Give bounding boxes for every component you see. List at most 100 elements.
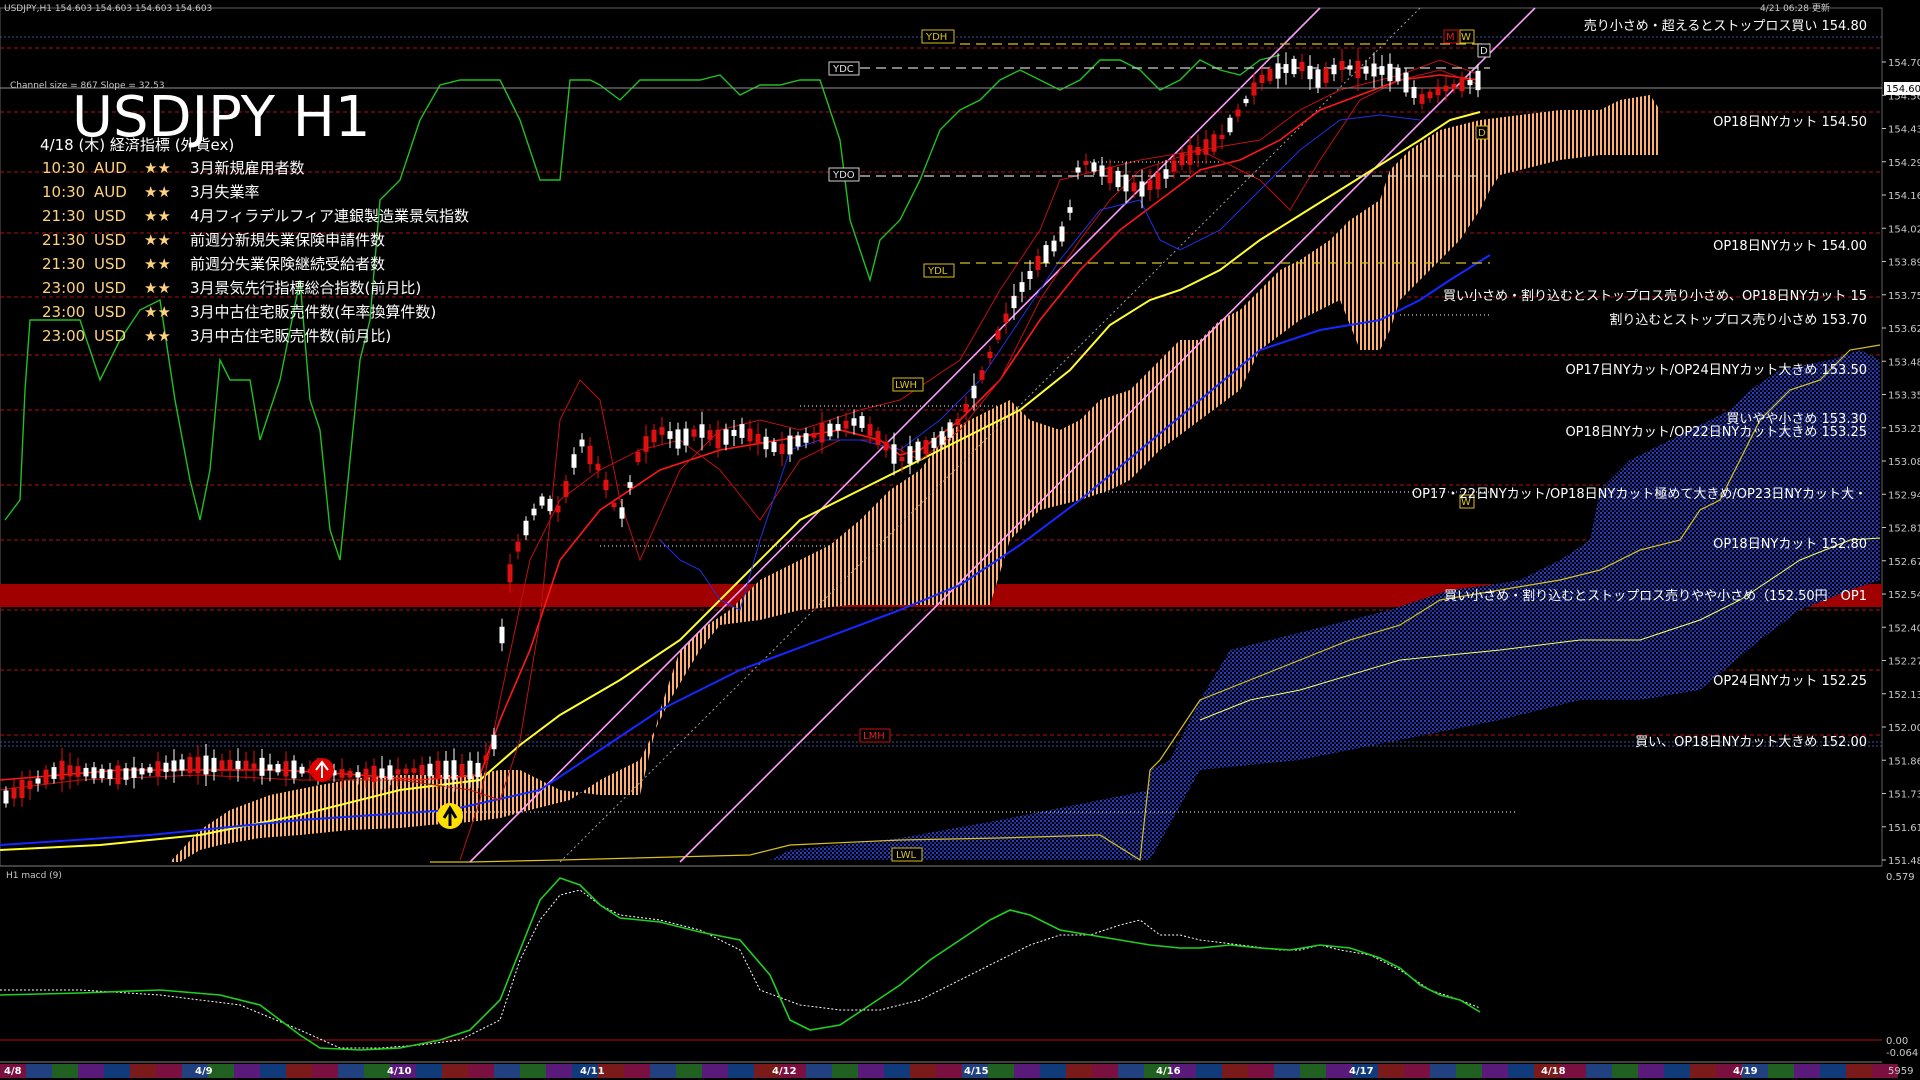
calendar-time: 10:30 — [42, 183, 85, 201]
annotation-label: 買い小さめ・割り込むとストップロス売りやや小さめ（152.50円 OP1 — [1444, 588, 1867, 604]
calendar-importance: ★★ — [144, 231, 171, 249]
calendar-currency: USD — [94, 255, 126, 273]
update-clock: 4/21 06:28 更新 — [1760, 2, 1830, 14]
corner-value: 5959 — [1888, 1066, 1913, 1077]
macd-label: H1 macd (9) — [6, 871, 62, 881]
price-tick-label: 154.025 — [1888, 224, 1920, 235]
price-tick-label: 154.700 — [1888, 58, 1920, 69]
calendar-event-name: 前週分新規失業保険申請件数 — [190, 231, 385, 249]
calendar-time: 21:30 — [42, 255, 85, 273]
session-color-strip — [0, 1064, 1898, 1078]
calendar-importance: ★★ — [144, 327, 171, 345]
calendar-currency: USD — [94, 279, 126, 297]
price-tick-label: 153.485 — [1888, 357, 1920, 368]
tag-d: D — [1480, 46, 1488, 57]
price-tick-label: 151.730 — [1888, 790, 1920, 801]
date-tick-label: 4/17 — [1349, 1066, 1374, 1077]
calendar-importance: ★★ — [144, 303, 171, 321]
calendar-currency: AUD — [94, 159, 127, 177]
economic-calendar: 10:30 AUD ★★ 3月新規雇用者数 10:30 AUD ★★ 3月失業率 21:30 US… — [42, 159, 469, 345]
date-tick-label: 4/16 — [1156, 1066, 1181, 1077]
date-tick-label: 4/18 — [1541, 1066, 1566, 1077]
tag-w: W — [1461, 32, 1471, 43]
calendar-currency: USD — [94, 303, 126, 321]
price-tick-label: 151.615 — [1888, 823, 1920, 834]
annotation-label: 売り小さめ・超えるとストップロス買い 154.80 — [1584, 18, 1867, 34]
price-axis: 154.700154.565154.430154.295154.160154.0… — [1882, 58, 1920, 867]
price-tick-label: 151.865 — [1888, 756, 1920, 767]
chart-header: USDJPY,H1 154.603 154.603 154.603 154.60… — [4, 4, 212, 14]
tag-lwl: LWL — [896, 850, 917, 861]
tag-ydc: YDC — [832, 64, 854, 75]
date-tick-label: 4/15 — [964, 1066, 989, 1077]
price-tick-label: 152.000 — [1888, 723, 1920, 734]
macd-signal-line — [0, 889, 1481, 1049]
price-tick-label: 153.620 — [1888, 324, 1920, 335]
calendar-currency: USD — [94, 327, 126, 345]
annotation-label: 買い、OP18日NYカット大きめ 152.00 — [1635, 735, 1867, 750]
calendar-event-name: 3月中古住宅販売件数(年率換算件数) — [190, 303, 436, 321]
calendar-time: 23:00 — [42, 303, 85, 321]
calendar-importance: ★★ — [144, 183, 171, 201]
annotation-label: OP18日NYカット/OP22日NYカット大きめ 153.25 — [1565, 425, 1867, 440]
price-tick-label: 152.675 — [1888, 557, 1920, 568]
macd-main-line — [0, 877, 1481, 1051]
date-tick-label: 4/10 — [387, 1066, 412, 1077]
macd-bottom-value: -0.064 — [1886, 1048, 1918, 1059]
tag-ydh: YDH — [925, 32, 947, 43]
calendar-currency: AUD — [94, 183, 127, 201]
date-tick-label: 4/9 — [195, 1066, 213, 1077]
tag-d2: D — [1478, 128, 1486, 139]
calendar-event-name: 前週分失業保険継続受給者数 — [190, 255, 385, 273]
calendar-time: 21:30 — [42, 207, 85, 225]
annotation-label: OP24日NYカット 152.25 — [1713, 674, 1867, 689]
price-chart[interactable]: YDH YDC YDO YDL LWH LMH LWL M W D D W US… — [0, 0, 1920, 1080]
price-tick-label: 153.755 — [1888, 291, 1920, 302]
calendar-event-name: 3月景気先行指標総合指数(前月比) — [190, 279, 421, 297]
macd-top-value: 0.579 — [1886, 872, 1915, 883]
date-tick-label: 4/12 — [772, 1066, 797, 1077]
calendar-time: 23:00 — [42, 327, 85, 345]
price-tick-label: 152.810 — [1888, 524, 1920, 535]
annotation-label: OP18日NYカット 152.80 — [1713, 537, 1867, 552]
price-tick-label: 152.945 — [1888, 490, 1920, 501]
annotation-label: OP18日NYカット 154.00 — [1713, 239, 1867, 254]
price-tick-label: 153.215 — [1888, 424, 1920, 435]
macd-zero-value: 0.00 — [1886, 1036, 1908, 1047]
chart-terminal: YDH YDC YDO YDL LWH LMH LWL M W D D W US… — [0, 0, 1920, 1080]
price-tick-label: 154.295 — [1888, 158, 1920, 169]
calendar-time: 21:30 — [42, 231, 85, 249]
price-tick-label: 153.080 — [1888, 457, 1920, 468]
price-tick-label: 154.160 — [1888, 191, 1920, 202]
calendar-event-name: 3月新規雇用者数 — [190, 159, 305, 177]
calendar-importance: ★★ — [144, 255, 171, 273]
price-tick-label: 152.270 — [1888, 657, 1920, 668]
date-tick-label: 4/19 — [1733, 1066, 1758, 1077]
current-price-label: 154.603 — [1886, 84, 1920, 95]
date-tick-label: 4/8 — [4, 1066, 22, 1077]
price-tick-label: 152.135 — [1888, 690, 1920, 701]
calendar-time: 10:30 — [42, 159, 85, 177]
calendar-event-name: 3月中古住宅販売件数(前月比) — [190, 327, 391, 345]
calendar-importance: ★★ — [144, 207, 171, 225]
price-tick-label: 152.405 — [1888, 623, 1920, 634]
calendar-time: 23:00 — [42, 279, 85, 297]
tag-lmh: LMH — [863, 731, 885, 742]
date-tick-label: 4/11 — [580, 1066, 605, 1077]
calendar-importance: ★★ — [144, 279, 171, 297]
calendar-currency: USD — [94, 207, 126, 225]
calendar-event-name: 3月失業率 — [190, 183, 260, 201]
price-tick-label: 151.480 — [1888, 856, 1920, 867]
annotation-label: 買い小さめ・割り込むとストップロス売り小さめ、OP18日NYカット 15 — [1443, 288, 1867, 304]
tag-lwh: LWH — [895, 380, 917, 391]
price-tick-label: 153.890 — [1888, 258, 1920, 269]
annotation-label: OP17日NYカット/OP24日NYカット大きめ 153.50 — [1565, 363, 1867, 378]
calendar-heading: 4/18 (木) 経済指標 (外貨ex) — [40, 136, 234, 154]
calendar-importance: ★★ — [144, 159, 171, 177]
annotation-label: 割り込むとストップロス売り小さめ 153.70 — [1609, 312, 1867, 328]
price-tick-label: 154.430 — [1888, 125, 1920, 136]
calendar-event-name: 4月フィラデルフィア連銀製造業景気指数 — [190, 207, 469, 225]
annotation-label: OP17・22日NYカット/OP18日NYカット極めて大きめ/OP23日NYカッ… — [1412, 486, 1867, 502]
tag-ydo: YDO — [832, 170, 855, 181]
tag-ydl: YDL — [927, 266, 948, 277]
